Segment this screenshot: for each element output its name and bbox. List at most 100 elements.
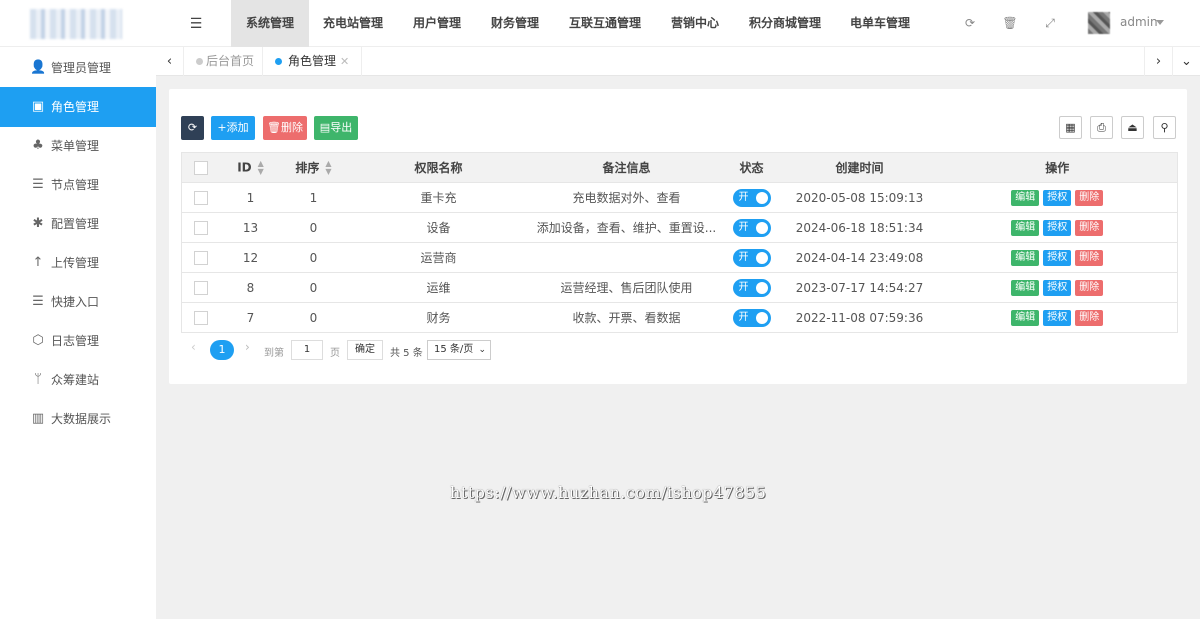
cell-status: 开 [721, 302, 782, 333]
sidebar-item-uploads[interactable]: ↑ 上传管理 [0, 243, 156, 283]
avatar[interactable] [1088, 12, 1110, 34]
chevron-down-icon[interactable] [1156, 20, 1164, 25]
row-checkbox[interactable] [181, 182, 220, 213]
prev-page-icon[interactable]: ‹ [191, 340, 196, 354]
sidebar-item-menus[interactable]: ♣ 菜单管理 [0, 126, 156, 166]
authorize-button[interactable]: 授权 [1043, 309, 1072, 326]
menu-icon[interactable]: ☰ [182, 14, 210, 34]
edit-button[interactable]: 编辑 [1011, 189, 1040, 206]
page-size-select[interactable]: 15 条/页 ⌄ [427, 340, 491, 360]
goto-page-input[interactable]: 1 [291, 340, 323, 360]
sidebar-item-label: 大数据展示 [51, 412, 112, 426]
nav-tab-points-mall[interactable]: 积分商城管理 [739, 0, 831, 47]
row-checkbox[interactable] [181, 302, 220, 333]
next-page-icon[interactable]: › [245, 340, 250, 354]
status-toggle[interactable]: 开 [732, 308, 771, 327]
authorize-button[interactable]: 授权 [1043, 219, 1072, 236]
row-checkbox[interactable] [181, 242, 220, 273]
sidebar-item-label: 管理员管理 [51, 61, 112, 75]
row-delete-button[interactable]: 删除 [1075, 219, 1104, 236]
goto-suffix: 页 [330, 348, 340, 359]
cell-id: 1 [219, 182, 282, 213]
sidebar-item-label: 菜单管理 [51, 139, 100, 153]
delete-label: 删除 [280, 121, 303, 134]
sidebar-item-label: 快捷入口 [51, 295, 100, 309]
status-toggle[interactable]: 开 [732, 188, 771, 207]
chevron-down-icon[interactable]: ⌄ [1172, 47, 1200, 76]
authorize-button[interactable]: 授权 [1043, 249, 1072, 266]
table-header-row: ID ▲ ▼ 排序 ▲ ▼ 权限名称 备注信息 状态 创建时间 操作 [181, 152, 1178, 183]
sidebar-item-nodes[interactable]: ☰ 节点管理 [0, 165, 156, 205]
fullscreen-icon[interactable]: ⤢ [1042, 15, 1058, 31]
status-toggle[interactable]: 开 [732, 248, 771, 267]
nav-tab-station[interactable]: 充电站管理 [313, 0, 393, 47]
row-checkbox[interactable] [181, 212, 220, 243]
sidebar-item-shortcuts[interactable]: ☰ 快捷入口 [0, 282, 156, 322]
add-button[interactable]: +添加 [211, 116, 255, 140]
sidebar-item-logs[interactable]: ⬡ 日志管理 [0, 321, 156, 361]
authorize-button[interactable]: 授权 [1043, 279, 1072, 296]
trash-icon[interactable]: 🗑 [1002, 15, 1018, 31]
sidebar-item-roles[interactable]: ▣ 角色管理 [0, 87, 156, 127]
add-label: 添加 [226, 121, 249, 134]
refresh-icon[interactable]: ⟳ [962, 15, 978, 31]
page-tabbar: ‹ 后台首页 角色管理 ✕ › ⌄ [156, 47, 1200, 76]
print-icon[interactable]: ⎙ [1090, 116, 1113, 139]
chevron-right-icon[interactable]: › [1144, 47, 1172, 76]
edit-button[interactable]: 编辑 [1011, 249, 1040, 266]
cell-actions: 编辑 授权 删除 [937, 212, 1178, 243]
column-header-sort[interactable]: 排序 ▲ ▼ [281, 152, 346, 183]
sidebar-item-bigdata[interactable]: ▥ 大数据展示 [0, 399, 156, 439]
username[interactable]: admin [1120, 15, 1158, 29]
cell-remark: 添加设备，查看、维护、重置设... [531, 212, 722, 243]
sort-icon[interactable]: ▲ ▼ [325, 160, 331, 176]
search-icon[interactable]: ⚲ [1153, 116, 1176, 139]
cell-sort: 0 [281, 272, 346, 303]
sort-icon[interactable]: ▲ ▼ [258, 159, 264, 176]
columns-icon[interactable]: ▦ [1059, 116, 1082, 139]
column-header-id[interactable]: ID ▲ ▼ [219, 152, 282, 183]
sidebar-item-admins[interactable]: 👤 管理员管理 [0, 48, 156, 88]
status-toggle[interactable]: 开 [732, 278, 771, 297]
sidebar-item-config[interactable]: ✱ 配置管理 [0, 204, 156, 244]
sidebar-item-label: 角色管理 [51, 100, 100, 114]
status-toggle[interactable]: 开 [732, 218, 771, 237]
nav-tab-interconnect[interactable]: 互联互通管理 [559, 0, 651, 47]
row-delete-button[interactable]: 删除 [1075, 309, 1104, 326]
row-delete-button[interactable]: 删除 [1075, 249, 1104, 266]
goto-confirm-button[interactable]: 确定 [347, 340, 383, 360]
edit-button[interactable]: 编辑 [1011, 219, 1040, 236]
table-row: 1 1 重卡充 充电数据对外、查看 开 2020-05-08 15:09:13 … [181, 182, 1178, 213]
tab-roles[interactable]: 角色管理 ✕ [263, 47, 362, 76]
nav-tab-users[interactable]: 用户管理 [403, 0, 471, 47]
nav-tab-system[interactable]: 系统管理 [231, 0, 309, 47]
cell-status: 开 [721, 182, 782, 213]
cell-id: 8 [219, 272, 282, 303]
tab-home[interactable]: 后台首页 [184, 47, 263, 76]
nav-tab-marketing[interactable]: 营销中心 [661, 0, 729, 47]
export-icon[interactable]: ⏏ [1121, 116, 1144, 139]
logo [30, 9, 122, 39]
sidebar-item-crowdfunding[interactable]: ᛘ 众筹建站 [0, 360, 156, 400]
column-header-created: 创建时间 [781, 152, 938, 183]
edit-button[interactable]: 编辑 [1011, 279, 1040, 296]
delete-button[interactable]: 🗑删除 [263, 116, 307, 140]
export-button[interactable]: ▤导出 [314, 116, 358, 140]
close-icon[interactable]: ✕ [340, 47, 349, 76]
chevron-left-icon[interactable]: ‹ [156, 47, 184, 76]
nav-tab-finance[interactable]: 财务管理 [481, 0, 549, 47]
row-delete-button[interactable]: 删除 [1075, 189, 1104, 206]
file-icon: ▤ [319, 121, 331, 134]
nav-tab-ebike[interactable]: 电单车管理 [841, 0, 919, 47]
row-delete-button[interactable]: 删除 [1075, 279, 1104, 296]
roles-table: ID ▲ ▼ 排序 ▲ ▼ 权限名称 备注信息 状态 创建时间 操作 1 1 重卡充 充… [181, 152, 1178, 333]
select-all-checkbox[interactable] [181, 152, 220, 183]
edit-button[interactable]: 编辑 [1011, 309, 1040, 326]
authorize-button[interactable]: 授权 [1043, 189, 1072, 206]
page-current[interactable]: 1 [210, 340, 234, 360]
list-icon: ☰ [32, 294, 44, 309]
row-checkbox[interactable] [181, 272, 220, 303]
plus-icon: + [217, 121, 227, 134]
column-header-status: 状态 [721, 152, 782, 183]
refresh-button[interactable]: ⟳ [181, 116, 204, 140]
